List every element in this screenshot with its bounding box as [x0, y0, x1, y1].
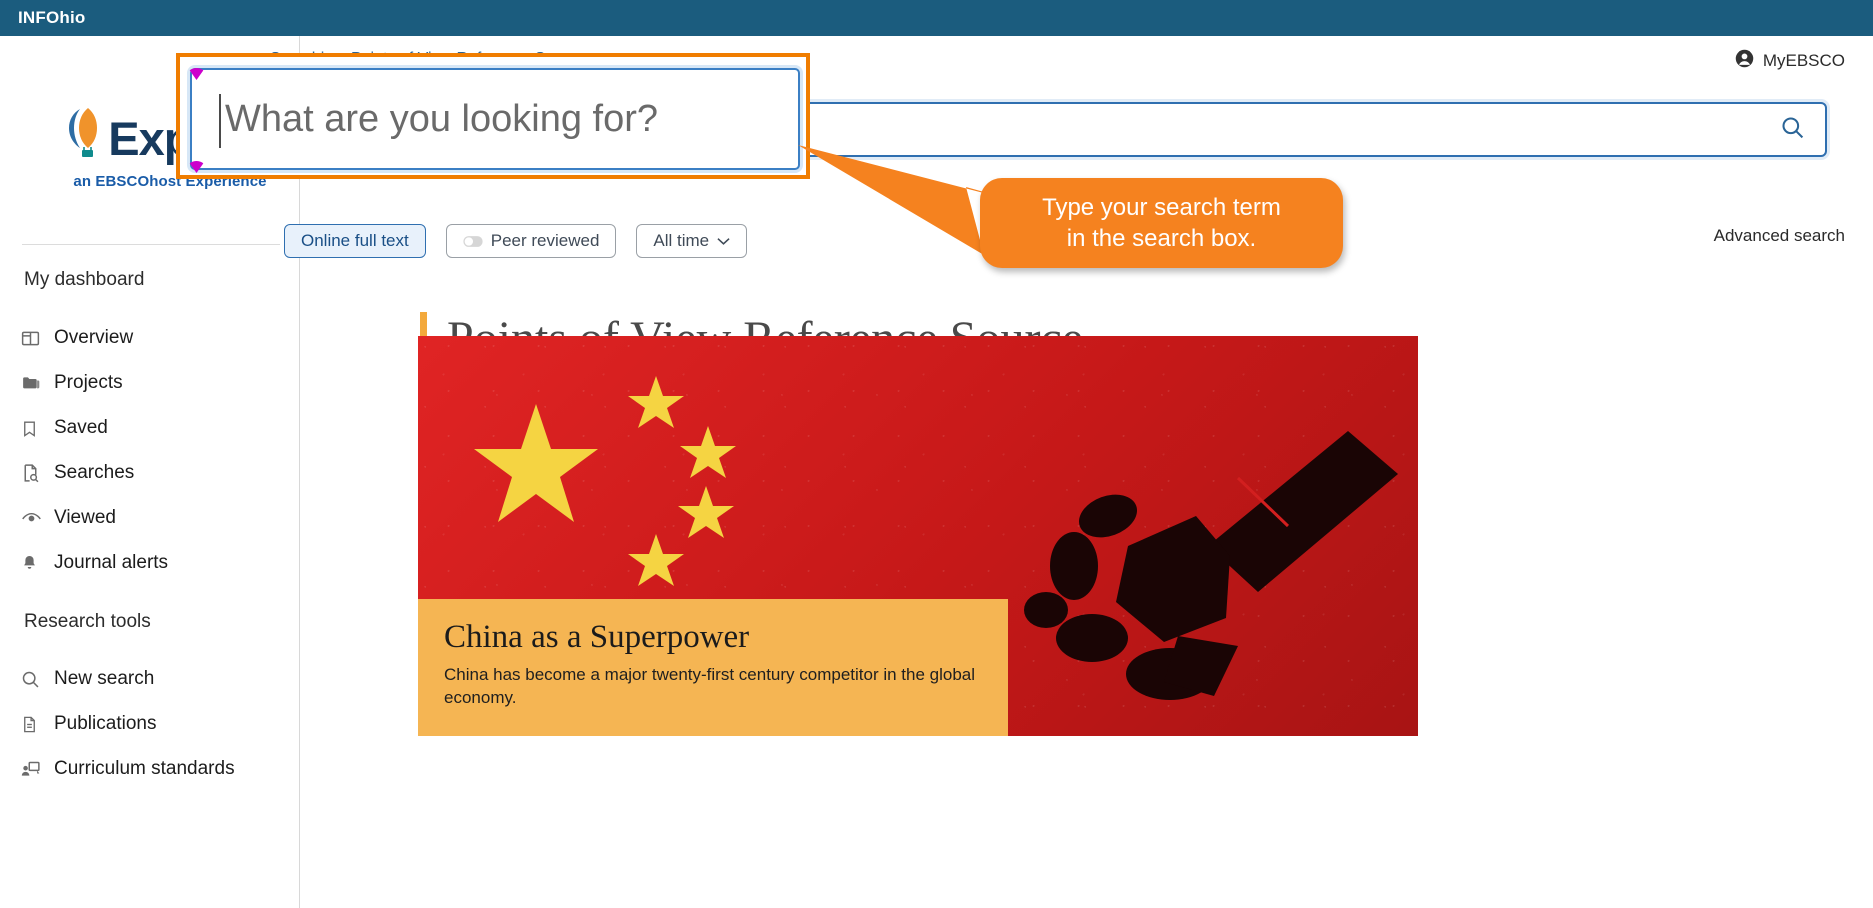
balloon-icon [66, 106, 108, 171]
zoomed-search-placeholder: What are you looking for? [225, 97, 659, 140]
bookmark-icon [20, 416, 54, 440]
sidebar-item-label: Journal alerts [54, 552, 169, 573]
callout-text: Type your search term in the search box. [1042, 192, 1281, 254]
account-circle-icon [1734, 48, 1755, 74]
search-box-zoom-overlay: What are you looking for? [176, 53, 810, 179]
sidebar-item-label: Overview [54, 327, 134, 348]
filter-chip-label: All time [653, 231, 710, 250]
hero-description: China has become a major twenty-first ce… [444, 665, 976, 708]
filter-chip-label: Peer reviewed [490, 231, 600, 250]
sidebar-item-new-search[interactable]: New search [20, 659, 284, 699]
hero-title: China as a Superpower [444, 619, 750, 656]
sidebar-item-publications[interactable]: Publications [20, 704, 284, 744]
infohio-brand: INFOhio [18, 8, 86, 27]
sidebar-item-journal-alerts[interactable]: Journal alerts [20, 543, 284, 583]
document-search-icon [20, 461, 54, 485]
sidebar-divider [22, 244, 280, 245]
instruction-callout: Type your search term in the search box. [798, 145, 1343, 268]
sidebar-group-my-dashboard-title: My dashboard [24, 269, 145, 290]
sidebar-item-label: Viewed [54, 507, 116, 528]
sidebar-item-overview[interactable]: Overview [20, 318, 284, 358]
sidebar-item-label: Searches [54, 462, 135, 483]
myebsco-label: MyEBSCO [1762, 51, 1845, 70]
chevron-down-icon [717, 237, 730, 246]
callout-text-line2: in the search box. [1066, 225, 1257, 252]
filter-chip-group: Online full text Peer reviewed All time [284, 224, 748, 258]
sidebar-group-research-tools-title: Research tools [24, 611, 151, 632]
sidebar-item-label: Projects [54, 372, 123, 393]
sidebar-item-label: Publications [54, 713, 157, 734]
eye-icon [20, 506, 54, 530]
zoomed-search-input[interactable]: What are you looking for? [190, 68, 800, 170]
search-icon [1779, 114, 1806, 146]
text-caret [219, 94, 221, 148]
filter-chip-peer-reviewed[interactable]: Peer reviewed [445, 224, 617, 258]
sidebar-item-searches[interactable]: Searches [20, 453, 284, 493]
myebsco-button[interactable]: MyEBSCO [1734, 48, 1845, 74]
sidebar-item-saved[interactable]: Saved [20, 408, 284, 448]
callout-bubble: Type your search term in the search box. [980, 178, 1343, 268]
hero-caption: China as a Superpower China has become a… [418, 599, 1008, 736]
advanced-search-link[interactable]: Advanced search [1714, 226, 1845, 246]
hero-card[interactable]: China as a Superpower China has become a… [418, 336, 1418, 736]
sidebar-item-curriculum-standards[interactable]: Curriculum standards [20, 749, 284, 789]
sidebar-item-label: Saved [54, 417, 108, 438]
document-icon [20, 712, 54, 736]
presentation-user-icon [20, 757, 54, 781]
bell-icon [20, 551, 54, 575]
search-submit-button[interactable] [1759, 104, 1825, 155]
filter-chip-label: Online full text [301, 231, 409, 250]
filter-chip-online-full-text[interactable]: Online full text [284, 224, 426, 258]
search-icon [20, 667, 54, 691]
toggle-icon [463, 235, 483, 248]
folder-icon [20, 371, 54, 395]
filter-chip-all-time[interactable]: All time [636, 224, 748, 258]
layout-dashboard-icon [20, 326, 54, 350]
callout-text-line1: Type your search term [1042, 193, 1281, 221]
sidebar-item-viewed[interactable]: Viewed [20, 498, 284, 538]
sidebar-item-label: New search [54, 668, 155, 689]
infohio-top-bar: INFOhio [0, 0, 1873, 36]
sidebar-item-label: Curriculum standards [54, 758, 235, 779]
sidebar-item-projects[interactable]: Projects [20, 363, 284, 403]
